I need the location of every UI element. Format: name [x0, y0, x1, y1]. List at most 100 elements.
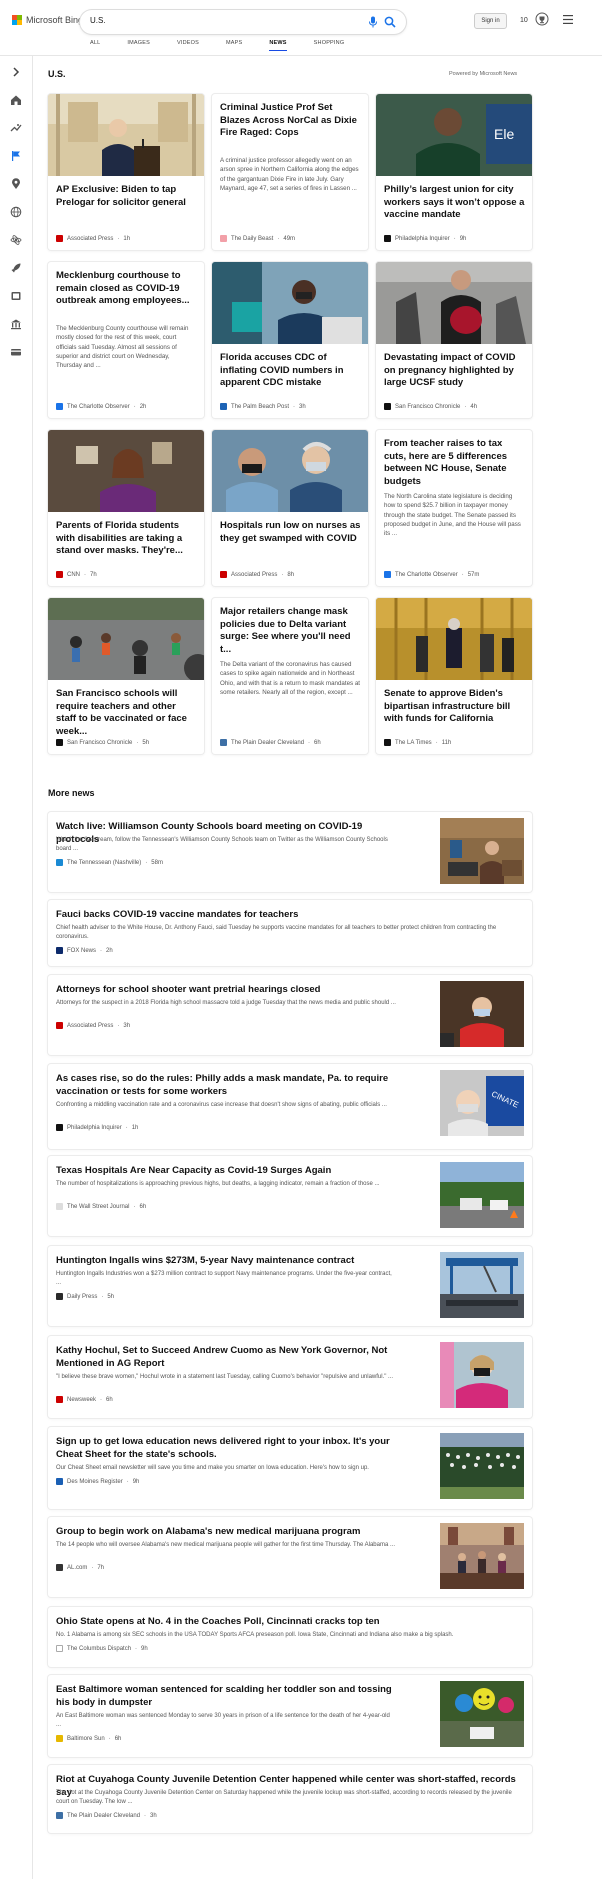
news-card-title[interactable]: Parents of Florida students with disabil… — [56, 520, 198, 558]
more-news-source[interactable]: The Columbus Dispatch · 9h — [56, 1645, 148, 1652]
news-card-image[interactable] — [376, 598, 532, 680]
more-news-title-link[interactable]: Huntington Ingalls wins $273M, 5-year Na… — [56, 1254, 396, 1267]
hamburger-menu-icon[interactable] — [563, 15, 573, 24]
news-card-image[interactable]: Ele — [376, 94, 532, 176]
news-card-source[interactable]: Philadelphia Inquirer · 9h — [384, 235, 466, 242]
tab-images[interactable]: IMAGES — [127, 40, 150, 51]
more-news-item[interactable]: Texas Hospitals Are Near Capacity as Cov… — [48, 1156, 532, 1236]
more-news-title-link[interactable]: Sign up to get Iowa education news deliv… — [56, 1435, 396, 1461]
news-card-title[interactable]: Florida accuses CDC of inflating COVID n… — [220, 352, 362, 390]
more-news-title-link[interactable]: Ohio State opens at No. 4 in the Coaches… — [56, 1615, 524, 1628]
news-card-image[interactable] — [212, 262, 368, 344]
news-card-title[interactable]: Philly’s largest union for city workers … — [384, 184, 526, 222]
signin-button[interactable]: Sign in — [474, 13, 507, 29]
more-news-item[interactable]: Riot at Cuyahoga County Juvenile Detenti… — [48, 1765, 532, 1833]
more-news-title-link[interactable]: Group to begin work on Alabama's new med… — [56, 1525, 396, 1538]
more-news-item[interactable]: Attorneys for school shooter want pretri… — [48, 975, 532, 1055]
search-icon[interactable] — [384, 16, 396, 28]
news-card-title[interactable]: Devastating impact of COVID on pregnancy… — [384, 352, 526, 390]
news-card-title[interactable]: AP Exclusive: Biden to tap Prelogar for … — [56, 184, 198, 209]
more-news-image[interactable] — [440, 1252, 524, 1318]
news-card[interactable]: Ele Philly’s largest union for city worke… — [376, 94, 532, 250]
news-card-source[interactable]: San Francisco Chronicle · 5h — [56, 739, 149, 746]
more-news-item[interactable]: Huntington Ingalls wins $273M, 5-year Na… — [48, 1246, 532, 1326]
more-news-item[interactable]: As cases rise, so do the rules: Philly a… — [48, 1064, 532, 1149]
rewards-count[interactable]: 10 — [520, 17, 528, 24]
news-card-source[interactable]: Associated Press · 8h — [220, 571, 294, 578]
search-input[interactable]: U.S. — [80, 10, 406, 34]
more-news-title-link[interactable]: Kathy Hochul, Set to Succeed Andrew Cuom… — [56, 1344, 396, 1370]
more-news-title-link[interactable]: Fauci backs COVID-19 vaccine mandates fo… — [56, 908, 524, 921]
tab-news[interactable]: NEWS — [269, 40, 287, 51]
news-card-source[interactable]: The Daily Beast · 49m — [220, 235, 295, 242]
more-news-image[interactable]: CINATE — [440, 1070, 524, 1136]
science-icon[interactable] — [10, 234, 22, 246]
more-news-item[interactable]: Fauci backs COVID-19 vaccine mandates fo… — [48, 900, 532, 966]
flag-icon[interactable] — [10, 150, 22, 162]
news-card[interactable]: San Francisco schools will require teach… — [48, 598, 204, 754]
news-card-source[interactable]: The Palm Beach Post · 3h — [220, 403, 306, 410]
search-query[interactable]: U.S. — [90, 16, 106, 25]
more-news-source[interactable]: Newsweek · 6h — [56, 1396, 113, 1403]
more-news-source[interactable]: Baltimore Sun · 6h — [56, 1735, 121, 1742]
more-news-source[interactable]: Associated Press · 3h — [56, 1022, 130, 1029]
news-card[interactable]: Devastating impact of COVID on pregnancy… — [376, 262, 532, 418]
more-news-item[interactable]: East Baltimore woman sentenced for scald… — [48, 1675, 532, 1757]
more-news-image[interactable] — [440, 1162, 524, 1228]
more-news-source[interactable]: FOX News · 2h — [56, 947, 113, 954]
news-card-image[interactable] — [48, 598, 204, 680]
tab-shopping[interactable]: SHOPPING — [314, 40, 345, 51]
news-card-source[interactable]: The LA Times · 11h — [384, 739, 451, 746]
politics-icon[interactable] — [10, 318, 22, 330]
more-news-title-link[interactable]: Texas Hospitals Are Near Capacity as Cov… — [56, 1164, 396, 1177]
more-news-source[interactable]: The Tennessean (Nashville) · 58m — [56, 859, 163, 866]
more-news-source[interactable]: AL.com · 7h — [56, 1564, 104, 1571]
more-news-image[interactable] — [440, 818, 524, 884]
location-icon[interactable] — [10, 178, 22, 190]
more-news-item[interactable]: Kathy Hochul, Set to Succeed Andrew Cuom… — [48, 1336, 532, 1418]
more-news-source[interactable]: Philadelphia Inquirer · 1h — [56, 1124, 138, 1131]
tab-videos[interactable]: VIDEOS — [177, 40, 199, 51]
more-news-item[interactable]: Sign up to get Iowa education news deliv… — [48, 1427, 532, 1509]
news-card-source[interactable]: Associated Press · 1h — [56, 235, 130, 242]
news-card-source[interactable]: The Charlotte Observer · 57m — [384, 571, 479, 578]
more-news-source[interactable]: The Plain Dealer Cleveland · 3h — [56, 1812, 157, 1819]
globe-icon[interactable] — [10, 206, 22, 218]
bing-logo[interactable]: Microsoft Bing — [12, 15, 83, 25]
news-card-image[interactable] — [212, 430, 368, 512]
more-news-image[interactable] — [440, 1342, 524, 1408]
news-card[interactable]: Hospitals run low on nurses as they get … — [212, 430, 368, 586]
trending-icon[interactable] — [10, 122, 22, 134]
news-card-title[interactable]: San Francisco schools will require teach… — [56, 688, 198, 738]
news-card[interactable]: Major retailers change mask policies due… — [212, 598, 368, 754]
news-card-title[interactable]: Senate to approve Biden's bipartisan inf… — [384, 688, 526, 726]
more-news-source[interactable]: Daily Press · 5h — [56, 1293, 114, 1300]
more-news-title-link[interactable]: East Baltimore woman sentenced for scald… — [56, 1683, 396, 1709]
news-card[interactable]: Senate to approve Biden's bipartisan inf… — [376, 598, 532, 754]
news-card-source[interactable]: San Francisco Chronicle · 4h — [384, 403, 477, 410]
rocket-icon[interactable] — [10, 262, 22, 274]
news-card-title[interactable]: Major retailers change mask policies due… — [220, 606, 362, 656]
more-news-item[interactable]: Watch live: Williamson County Schools bo… — [48, 812, 532, 892]
microphone-icon[interactable] — [368, 16, 378, 28]
news-card[interactable]: Criminal Justice Prof Set Blazes Across … — [212, 94, 368, 250]
more-news-title-link[interactable]: As cases rise, so do the rules: Philly a… — [56, 1072, 396, 1098]
news-card-title[interactable]: Mecklenburg courthouse to remain closed … — [56, 270, 198, 308]
more-news-image[interactable] — [440, 1433, 524, 1499]
news-card-source[interactable]: CNN · 7h — [56, 571, 97, 578]
entertainment-icon[interactable] — [10, 290, 22, 302]
rewards-icon[interactable] — [535, 12, 549, 26]
more-news-item[interactable]: Group to begin work on Alabama's new med… — [48, 1517, 532, 1597]
more-news-image[interactable] — [440, 981, 524, 1047]
more-news-source[interactable]: Des Moines Register · 9h — [56, 1478, 139, 1485]
more-news-source[interactable]: The Wall Street Journal · 6h — [56, 1203, 146, 1210]
news-card[interactable]: Mecklenburg courthouse to remain closed … — [48, 262, 204, 418]
news-card-title[interactable]: Hospitals run low on nurses as they get … — [220, 520, 362, 545]
news-card[interactable]: Parents of Florida students with disabil… — [48, 430, 204, 586]
news-card[interactable]: Florida accuses CDC of inflating COVID n… — [212, 262, 368, 418]
more-news-image[interactable] — [440, 1523, 524, 1589]
news-card-source[interactable]: The Charlotte Observer · 2h — [56, 403, 146, 410]
news-card-image[interactable] — [376, 262, 532, 344]
news-card-source[interactable]: The Plain Dealer Cleveland · 6h — [220, 739, 321, 746]
news-card-title[interactable]: From teacher raises to tax cuts, here ar… — [384, 438, 526, 488]
